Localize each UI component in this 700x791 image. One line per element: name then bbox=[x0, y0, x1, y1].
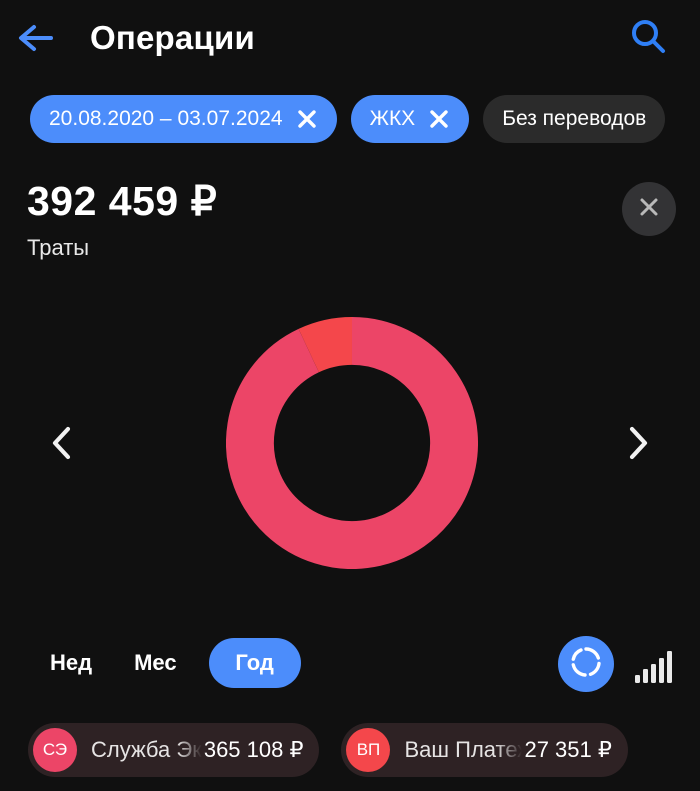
legend-category-value: 365 108 ₽ bbox=[203, 737, 304, 762]
spending-donut-chart[interactable] bbox=[226, 317, 478, 569]
clear-filters-button[interactable] bbox=[622, 182, 676, 236]
avatar: ВП bbox=[346, 728, 391, 772]
search-icon bbox=[629, 17, 667, 60]
chart-view-toggle-group bbox=[558, 636, 676, 692]
avatar: СЭ bbox=[33, 728, 77, 772]
transactions-screen: Операции 20.08.2020 – 03.07.2024 ЖКХ Без… bbox=[0, 0, 700, 791]
period-option-year[interactable]: Год bbox=[208, 638, 301, 688]
close-icon bbox=[430, 110, 448, 128]
filter-chip-row: 20.08.2020 – 03.07.2024 ЖКХ Без переводо… bbox=[30, 95, 666, 143]
app-header: Операции bbox=[0, 0, 700, 76]
period-option-week[interactable]: Нед bbox=[40, 638, 102, 688]
avatar-initials: ВП bbox=[356, 740, 381, 759]
close-icon bbox=[636, 194, 662, 225]
previous-period-button[interactable] bbox=[32, 415, 92, 475]
bar-view-button[interactable] bbox=[632, 639, 676, 689]
back-button[interactable] bbox=[0, 0, 72, 76]
total-amount: 392 459 ₽ bbox=[27, 178, 218, 224]
remove-category-filter-button[interactable] bbox=[428, 108, 450, 130]
search-button[interactable] bbox=[618, 8, 678, 68]
filter-chip-category-label: ЖКХ bbox=[369, 107, 416, 130]
total-amount-label: Траты bbox=[27, 235, 90, 261]
period-option-month-label: Мес bbox=[134, 650, 177, 675]
page-title: Операции bbox=[90, 19, 255, 56]
donut-view-button[interactable] bbox=[558, 636, 614, 692]
arrow-left-icon bbox=[16, 22, 56, 54]
filter-chip-no-transfers-label: Без переводов bbox=[502, 107, 647, 130]
donut-slice[interactable] bbox=[298, 317, 353, 373]
legend-category-name: Ваш Платеж bbox=[404, 737, 523, 762]
legend-category-name: Служба Эк bbox=[91, 737, 202, 762]
legend-chip[interactable]: СЭ Служба Эк 365 108 ₽ bbox=[28, 723, 320, 777]
avatar-initials: СЭ bbox=[42, 740, 68, 759]
summary-block: 392 459 ₽ Траты bbox=[27, 178, 218, 261]
filter-chip-category[interactable]: ЖКХ bbox=[350, 95, 470, 143]
bar-chart-icon bbox=[634, 650, 674, 689]
filter-chip-no-transfers[interactable]: Без переводов bbox=[483, 95, 666, 143]
donut-chart-icon bbox=[569, 645, 603, 684]
period-option-month[interactable]: Мес bbox=[124, 638, 187, 688]
donut-slice[interactable] bbox=[226, 317, 478, 569]
legend-category-value: 27 351 ₽ bbox=[524, 737, 612, 762]
filter-chip-date-range-label: 20.08.2020 – 03.07.2024 bbox=[49, 107, 283, 130]
close-icon bbox=[297, 110, 316, 128]
chevron-left-icon bbox=[49, 425, 75, 466]
chart-area bbox=[0, 300, 700, 590]
remove-date-range-filter-button[interactable] bbox=[296, 108, 318, 130]
next-period-button[interactable] bbox=[608, 415, 668, 475]
period-selector-row: Нед Мес Год bbox=[0, 636, 700, 692]
period-option-year-label: Год bbox=[235, 650, 274, 675]
chevron-right-icon bbox=[625, 425, 651, 466]
category-legend-row: СЭ Служба Эк 365 108 ₽ ВП Ваш Платеж 27 … bbox=[28, 723, 628, 777]
legend-chip[interactable]: ВП Ваш Платеж 27 351 ₽ bbox=[341, 723, 628, 777]
period-option-week-label: Нед bbox=[50, 650, 93, 675]
filter-chip-date-range[interactable]: 20.08.2020 – 03.07.2024 bbox=[30, 95, 337, 143]
